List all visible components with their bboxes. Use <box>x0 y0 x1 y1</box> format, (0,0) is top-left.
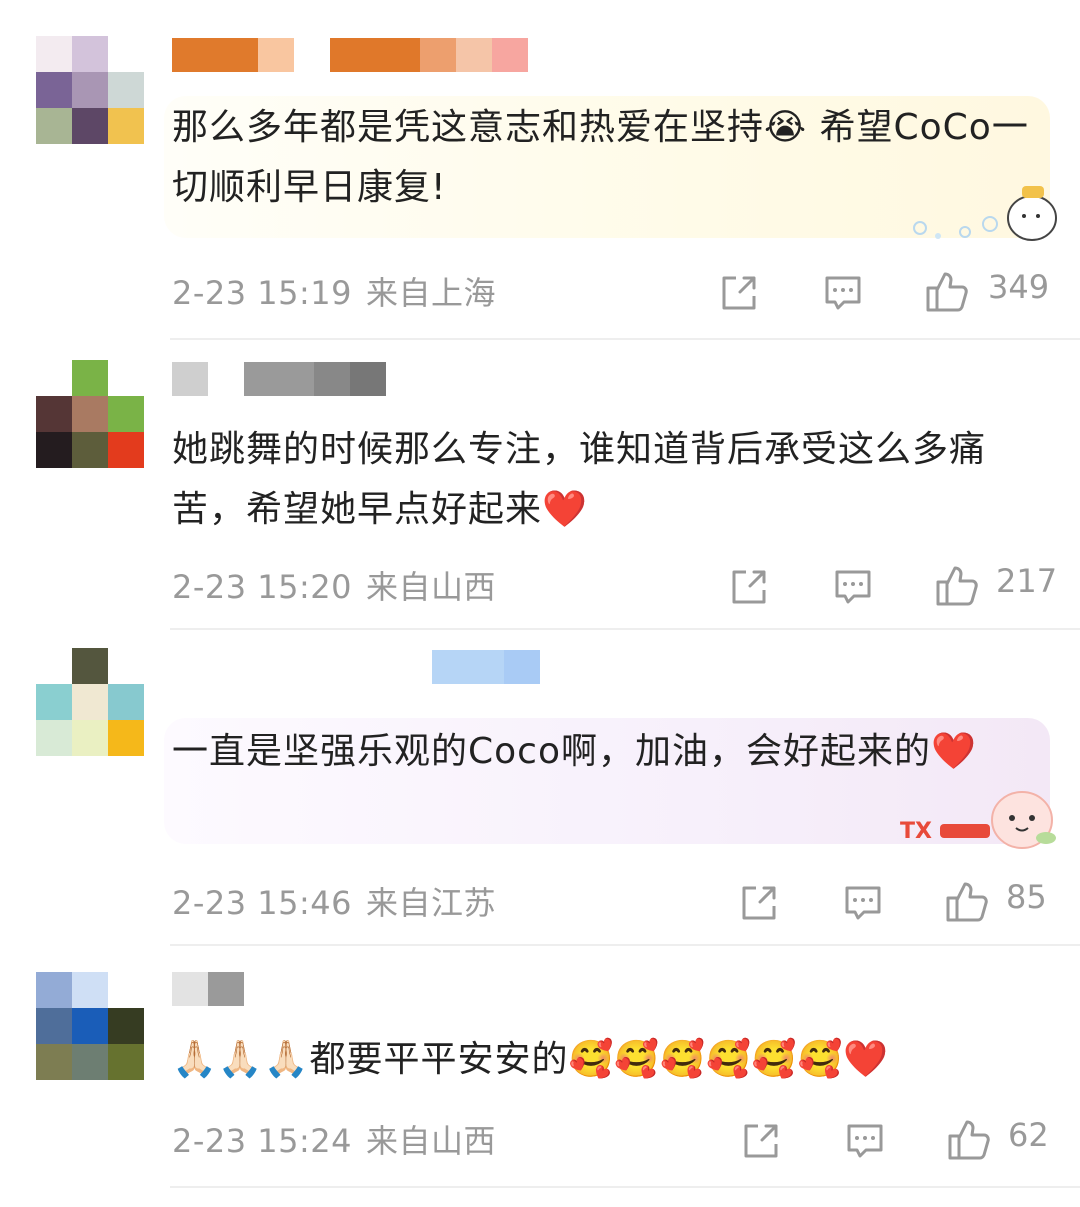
avatar-mosaic-tile <box>108 1044 144 1080</box>
like-count: 217 <box>996 562 1058 600</box>
comment-item: 🙏🏻🙏🏻🙏🏻都要平平安安的🥰🥰🥰🥰🥰🥰❤️ 2-23 15:24 来自山西 62 <box>0 946 1080 1207</box>
username-blurred[interactable] <box>172 38 528 72</box>
comment-item: TX 一直是坚强乐观的Coco啊，加油，会好起来的❤️ 2-23 15:46 来自… <box>0 630 1080 946</box>
avatar-mosaic-tile <box>72 72 108 108</box>
avatar[interactable] <box>36 36 144 144</box>
avatar[interactable] <box>36 648 144 756</box>
avatar-mosaic-tile <box>72 720 108 756</box>
comment-location: 来自山西 <box>366 568 497 606</box>
bubble-sticker-icon: TX <box>900 778 1060 862</box>
avatar-mosaic-tile <box>72 396 108 432</box>
username-mosaic-tile <box>172 362 208 396</box>
avatar-mosaic-tile <box>36 396 72 432</box>
comment-meta: 2-23 15:19 来自上海 <box>172 268 496 314</box>
avatar-mosaic-tile <box>108 72 144 108</box>
username-mosaic-tile <box>420 38 456 72</box>
share-icon[interactable] <box>740 1120 782 1166</box>
thumbs-up-icon[interactable] <box>944 878 990 928</box>
avatar-mosaic-tile <box>36 72 72 108</box>
avatar-mosaic-tile <box>108 360 144 396</box>
avatar-mosaic-tile <box>36 432 72 468</box>
comment-meta: 2-23 15:46 来自江苏 <box>172 878 496 924</box>
avatar-mosaic-tile <box>72 108 108 144</box>
avatar-mosaic-tile <box>108 396 144 432</box>
thumbs-up-icon[interactable] <box>946 1116 992 1166</box>
comment-item: 她跳舞的时候那么专注，谁知道背后承受这么多痛苦，希望她早点好起来❤️ 2-23 … <box>0 340 1080 630</box>
divider <box>170 1186 1080 1188</box>
username-mosaic-tile <box>314 362 350 396</box>
username-mosaic-tile <box>244 362 314 396</box>
comment-location: 来自江苏 <box>366 884 497 922</box>
avatar-mosaic-tile <box>108 36 144 72</box>
username-mosaic-tile <box>172 972 208 1006</box>
username-mosaic-tile <box>492 38 528 72</box>
avatar-mosaic-tile <box>72 360 108 396</box>
avatar-mosaic-tile <box>36 684 72 720</box>
avatar-mosaic-tile <box>36 108 72 144</box>
avatar-mosaic-tile <box>72 432 108 468</box>
avatar-mosaic-tile <box>108 684 144 720</box>
username-blurred[interactable] <box>432 650 540 684</box>
comment-text: 她跳舞的时候那么专注，谁知道背后承受这么多痛苦，希望她早点好起来❤️ <box>172 429 987 530</box>
username-mosaic-tile <box>330 38 420 72</box>
username-mosaic-tile <box>432 650 504 684</box>
avatar[interactable] <box>36 360 144 468</box>
comment-location: 来自山西 <box>366 1122 497 1160</box>
avatar-mosaic-tile <box>36 648 72 684</box>
comment-location: 来自上海 <box>366 274 497 312</box>
avatar-mosaic-tile <box>108 648 144 684</box>
username-mosaic-tile <box>350 362 386 396</box>
username-mosaic-tile <box>456 38 492 72</box>
comment-text: 一直是坚强乐观的Coco啊，加油，会好起来的❤️ <box>172 731 977 772</box>
avatar-mosaic-tile <box>36 1044 72 1080</box>
share-icon[interactable] <box>718 272 760 318</box>
comment-icon[interactable] <box>822 272 864 318</box>
avatar-mosaic-tile <box>36 1008 72 1044</box>
avatar-mosaic-tile <box>108 108 144 144</box>
username-blurred[interactable] <box>172 972 244 1006</box>
comment-meta: 2-23 15:20 来自山西 <box>172 562 496 608</box>
avatar-mosaic-tile <box>36 360 72 396</box>
thumbs-up-icon[interactable] <box>924 268 970 318</box>
avatar-mosaic-tile <box>72 1044 108 1080</box>
comment-text: 🙏🏻🙏🏻🙏🏻都要平平安安的🥰🥰🥰🥰🥰🥰❤️ <box>172 1039 890 1080</box>
username-blurred[interactable] <box>172 362 386 396</box>
avatar-mosaic-tile <box>108 1008 144 1044</box>
share-icon[interactable] <box>728 566 770 612</box>
comment-time: 2-23 15:19 <box>172 274 353 312</box>
svg-text:TX: TX <box>900 819 932 844</box>
avatar-mosaic-tile <box>36 972 72 1008</box>
avatar-mosaic-tile <box>108 972 144 1008</box>
username-mosaic-tile <box>172 38 258 72</box>
avatar-mosaic-tile <box>72 1008 108 1044</box>
comment-icon[interactable] <box>844 1120 886 1166</box>
like-count: 85 <box>1006 878 1047 916</box>
thumbs-up-icon[interactable] <box>934 562 980 612</box>
avatar-mosaic-tile <box>72 36 108 72</box>
like-count: 62 <box>1008 1116 1049 1154</box>
comment-icon[interactable] <box>842 882 884 928</box>
comment-time: 2-23 15:20 <box>172 568 353 606</box>
avatar-mosaic-tile <box>72 648 108 684</box>
share-icon[interactable] <box>738 882 780 928</box>
comment-time: 2-23 15:46 <box>172 884 353 922</box>
comment-item: 那么多年都是凭这意志和热爱在坚持😭 希望CoCo一切顺利早日康复! 2-23 1… <box>0 0 1080 340</box>
username-mosaic-tile <box>208 972 244 1006</box>
avatar-mosaic-tile <box>72 684 108 720</box>
comment-meta: 2-23 15:24 来自山西 <box>172 1116 496 1162</box>
avatar-mosaic-tile <box>108 432 144 468</box>
comment-icon[interactable] <box>832 566 874 612</box>
avatar-mosaic-tile <box>36 36 72 72</box>
avatar-mosaic-tile <box>72 972 108 1008</box>
username-mosaic-tile <box>258 38 294 72</box>
comment-time: 2-23 15:24 <box>172 1122 353 1160</box>
avatar[interactable] <box>36 972 144 1080</box>
comment-text: 那么多年都是凭这意志和热爱在坚持😭 希望CoCo一切顺利早日康复! <box>172 107 1029 208</box>
avatar-mosaic-tile <box>108 720 144 756</box>
avatar-mosaic-tile <box>36 720 72 756</box>
like-count: 349 <box>988 268 1050 306</box>
username-mosaic-tile <box>504 650 540 684</box>
